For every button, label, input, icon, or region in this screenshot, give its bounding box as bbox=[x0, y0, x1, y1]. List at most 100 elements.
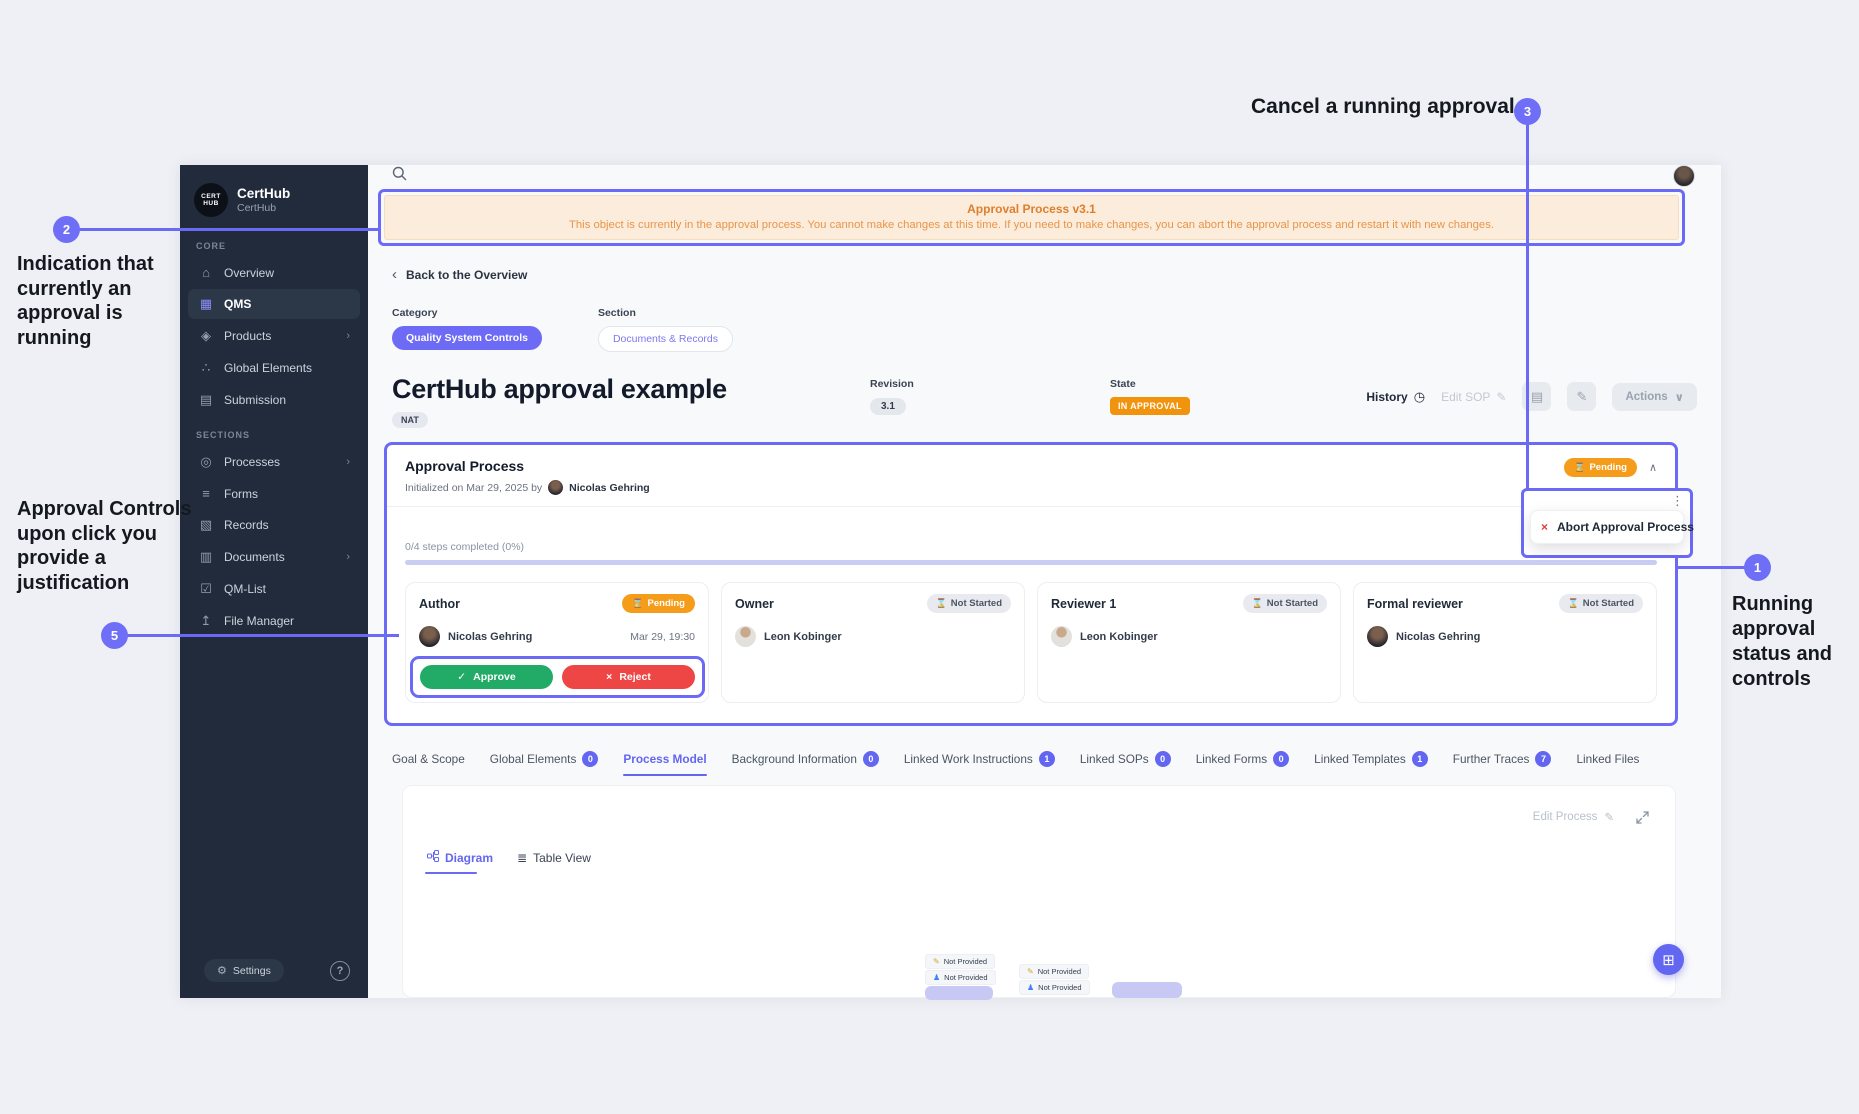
sidebar-item-label: Global Elements bbox=[224, 361, 312, 375]
actions-label: Actions bbox=[1625, 391, 1667, 403]
annotation-box-2: Approval Process v3.1 This object is cur… bbox=[378, 189, 1685, 246]
tab-linked-sops[interactable]: Linked SOPs0 bbox=[1080, 751, 1171, 777]
approval-steps-row: Author ⌛ Pending Nicolas Gehring Mar 29,… bbox=[405, 582, 1657, 703]
pencil-icon: ✎ bbox=[933, 957, 940, 966]
step-card-owner: Owner ⌛ Not Started Leon Kobinger bbox=[721, 582, 1025, 703]
section-pill[interactable]: Documents & Records bbox=[598, 326, 733, 352]
brand-subtitle: CertHub bbox=[237, 202, 290, 214]
building-icon: ▦ bbox=[198, 296, 214, 312]
tab-goal-scope[interactable]: Goal & Scope bbox=[392, 752, 465, 776]
tab-table-view[interactable]: ≣ Table View bbox=[517, 851, 591, 874]
expand-icon[interactable] bbox=[1636, 811, 1649, 824]
back-to-overview-link[interactable]: ‹ Back to the Overview bbox=[392, 266, 1721, 283]
sidebar-item-records[interactable]: ▧ Records bbox=[188, 510, 360, 540]
person-name: Leon Kobinger bbox=[764, 631, 842, 643]
edit-icon-button[interactable]: ✎ bbox=[1567, 382, 1596, 411]
sidebar-item-label: Forms bbox=[224, 487, 258, 501]
sidebar-item-documents[interactable]: ▥ Documents › bbox=[188, 542, 360, 572]
user-avatar[interactable] bbox=[1673, 165, 1695, 187]
tab-global-elements[interactable]: Global Elements0 bbox=[490, 751, 599, 777]
help-button[interactable]: ? bbox=[330, 961, 350, 981]
step-card-formal-reviewer: Formal reviewer ⌛ Not Started Nicolas Ge… bbox=[1353, 582, 1657, 703]
screenshot-stage: CERT HUB CertHub CertHub CORE ⌂ Overview… bbox=[0, 0, 1859, 1114]
history-button[interactable]: History ◷ bbox=[1366, 389, 1425, 405]
sidebar-item-file-manager[interactable]: ↥ File Manager bbox=[188, 606, 360, 636]
state-block: State IN APPROVAL bbox=[1110, 378, 1190, 415]
person-name: Nicolas Gehring bbox=[448, 631, 532, 643]
sidebar-item-global-elements[interactable]: ∴ Global Elements bbox=[188, 353, 360, 383]
sidebar-item-qm-list[interactable]: ☑ QM-List bbox=[188, 574, 360, 604]
hourglass-icon: ⌛ bbox=[1252, 598, 1263, 609]
overflow-menu-icon[interactable]: ⋮ bbox=[1530, 493, 1684, 508]
chevron-down-icon: ∨ bbox=[1675, 390, 1684, 404]
step-status-badge: ⌛ Not Started bbox=[1243, 594, 1327, 613]
topbar bbox=[368, 165, 1721, 187]
diagram-view-tabs: Diagram ≣ Table View bbox=[427, 850, 1675, 874]
actions-button[interactable]: Actions ∨ bbox=[1612, 383, 1697, 411]
pencil-icon: ✎ bbox=[1577, 389, 1588, 405]
diagram-node-chip[interactable]: ✎ Not Provided bbox=[925, 954, 995, 969]
search-icon[interactable] bbox=[392, 166, 407, 186]
edit-process-label: Edit Process bbox=[1533, 811, 1598, 823]
annotation-box-3: ⋮ × Abort Approval Process bbox=[1521, 488, 1693, 558]
sidebar-item-overview[interactable]: ⌂ Overview bbox=[188, 258, 360, 287]
revision-block: Revision 3.1 bbox=[870, 378, 914, 415]
diagram-node[interactable] bbox=[925, 986, 993, 1000]
count-badge: 0 bbox=[1273, 751, 1289, 767]
settings-button[interactable]: ⚙ Settings bbox=[204, 959, 284, 982]
sidebar-item-qms[interactable]: ▦ QMS bbox=[188, 289, 360, 319]
tab-process-model[interactable]: Process Model bbox=[623, 752, 706, 776]
diagram-node[interactable] bbox=[1112, 982, 1182, 998]
tab-linked-forms[interactable]: Linked Forms0 bbox=[1196, 751, 1289, 777]
category-pill[interactable]: Quality System Controls bbox=[392, 326, 542, 350]
main-content: Approval Process v3.1 This object is cur… bbox=[368, 165, 1721, 998]
edit-sop-button[interactable]: Edit SOP ✎ bbox=[1441, 390, 1506, 404]
annotation-3-text: Cancel a running approval bbox=[1251, 95, 1515, 119]
diagram-node-chip[interactable]: ♟ Not Provided bbox=[1019, 980, 1090, 995]
tab-further-traces[interactable]: Further Traces7 bbox=[1453, 751, 1552, 777]
diagram-node-chip[interactable]: ♟ Not Provided bbox=[925, 970, 996, 985]
banner-body: This object is currently in the approval… bbox=[395, 219, 1668, 231]
progress-text: 0/4 steps completed (0%) bbox=[405, 541, 1657, 553]
sidebar-item-label: Overview bbox=[224, 266, 274, 280]
person-icon: ♟ bbox=[1027, 983, 1034, 992]
upload-icon: ↥ bbox=[198, 613, 214, 629]
x-icon: × bbox=[606, 671, 612, 683]
sidebar-item-processes[interactable]: ◎ Processes › bbox=[188, 447, 360, 477]
back-link-label: Back to the Overview bbox=[406, 268, 527, 282]
category-field: Category Quality System Controls bbox=[392, 307, 542, 352]
abort-approval-menu-item[interactable]: × Abort Approval Process bbox=[1530, 510, 1684, 544]
widget-fab-button[interactable]: ⊞ bbox=[1653, 944, 1684, 975]
annotation-2-marker: 2 bbox=[53, 216, 80, 243]
tab-background-information[interactable]: Background Information0 bbox=[732, 751, 879, 777]
tab-linked-files[interactable]: Linked Files bbox=[1576, 752, 1639, 776]
brand: CERT HUB CertHub CertHub bbox=[180, 179, 368, 227]
approval-card-body: 0/4 steps completed (0%) Author ⌛ Pendin… bbox=[387, 507, 1675, 723]
revision-value: 3.1 bbox=[870, 398, 906, 415]
step-role: Author bbox=[419, 597, 460, 611]
nat-badge: NAT bbox=[392, 412, 428, 428]
sidebar-item-label: File Manager bbox=[224, 614, 294, 628]
tab-diagram[interactable]: Diagram bbox=[427, 850, 493, 874]
title-controls: History ◷ Edit SOP ✎ ▤ ✎ Actions ∨ bbox=[1366, 382, 1697, 411]
tab-linked-work-instructions[interactable]: Linked Work Instructions1 bbox=[904, 751, 1055, 777]
revision-label: Revision bbox=[870, 378, 914, 390]
section-label: Section bbox=[598, 307, 733, 319]
hourglass-icon: ⌛ bbox=[936, 598, 947, 609]
sidebar-item-submission[interactable]: ▤ Submission bbox=[188, 385, 360, 415]
sidebar-item-label: QMS bbox=[224, 297, 251, 311]
clock-icon: ◷ bbox=[1414, 389, 1425, 405]
edit-process-button[interactable]: Edit Process ✎ bbox=[1533, 810, 1614, 824]
hierarchy-icon: ∴ bbox=[198, 360, 214, 376]
sidebar-item-forms[interactable]: ≡ Forms bbox=[188, 479, 360, 508]
diagram-node-chip[interactable]: ✎ Not Provided bbox=[1019, 964, 1089, 979]
core-section-label: CORE bbox=[180, 227, 368, 257]
sidebar-item-products[interactable]: ◈ Products › bbox=[188, 321, 360, 351]
reject-button[interactable]: × Reject bbox=[562, 665, 695, 689]
avatar bbox=[548, 480, 563, 495]
tab-linked-templates[interactable]: Linked Templates1 bbox=[1314, 751, 1428, 777]
collapse-chevron-icon[interactable]: ∧ bbox=[1649, 461, 1657, 474]
annotation-3-line bbox=[1526, 124, 1529, 489]
sidebar-item-label: QM-List bbox=[224, 582, 266, 596]
approve-button[interactable]: ✓ Approve bbox=[420, 665, 553, 689]
